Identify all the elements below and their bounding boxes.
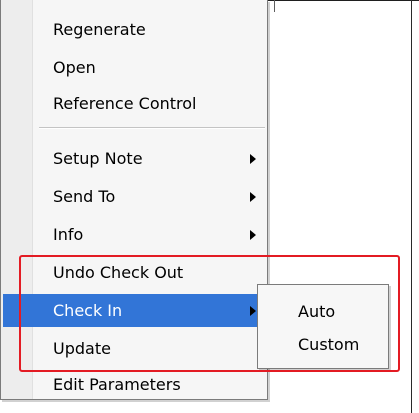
- submenu-item-label: Custom: [298, 335, 360, 354]
- menu-item-reference-control[interactable]: Reference Control: [3, 87, 265, 120]
- submenu-item-auto[interactable]: Auto: [258, 295, 388, 329]
- submenu-item-custom[interactable]: Custom: [258, 328, 388, 362]
- menu-item-regenerate[interactable]: Regenerate: [3, 13, 265, 46]
- menu-item-label: Check In: [53, 301, 123, 320]
- menu-item-label: Open: [53, 58, 96, 77]
- menu-item-check-in[interactable]: Check In: [3, 294, 265, 327]
- menu-separator-highlight: [39, 128, 265, 129]
- menu-item-label: Info: [53, 225, 84, 244]
- check-in-submenu: Auto Custom: [257, 284, 389, 369]
- menu-item-undo-check-out[interactable]: Undo Check Out: [3, 256, 265, 289]
- menu-item-info[interactable]: Info: [3, 218, 265, 251]
- menu-item-label: Reference Control: [53, 94, 197, 113]
- submenu-arrow-icon: [250, 154, 256, 164]
- submenu-arrow-icon: [250, 306, 256, 316]
- background-mark: [274, 0, 275, 12]
- menu-item-label: Regenerate: [53, 20, 146, 39]
- submenu-arrow-icon: [250, 230, 256, 240]
- menu-item-label: Update: [53, 339, 111, 358]
- menu-item-edit-parameters[interactable]: Edit Parameters: [3, 368, 265, 401]
- menu-item-label: Edit Parameters: [53, 375, 181, 394]
- menu-item-send-to[interactable]: Send To: [3, 180, 265, 213]
- menu-item-label: Undo Check Out: [53, 263, 184, 282]
- menu-item-label: Send To: [53, 187, 116, 206]
- context-menu: Regenerate Open Reference Control Setup …: [0, 0, 268, 400]
- menu-item-open[interactable]: Open: [3, 51, 265, 84]
- menu-item-setup-note[interactable]: Setup Note: [3, 142, 265, 175]
- submenu-item-label: Auto: [298, 302, 336, 321]
- submenu-arrow-icon: [250, 192, 256, 202]
- menu-item-label: Setup Note: [53, 149, 143, 168]
- background-edge-right: [411, 0, 412, 413]
- menu-item-update[interactable]: Update: [3, 332, 265, 365]
